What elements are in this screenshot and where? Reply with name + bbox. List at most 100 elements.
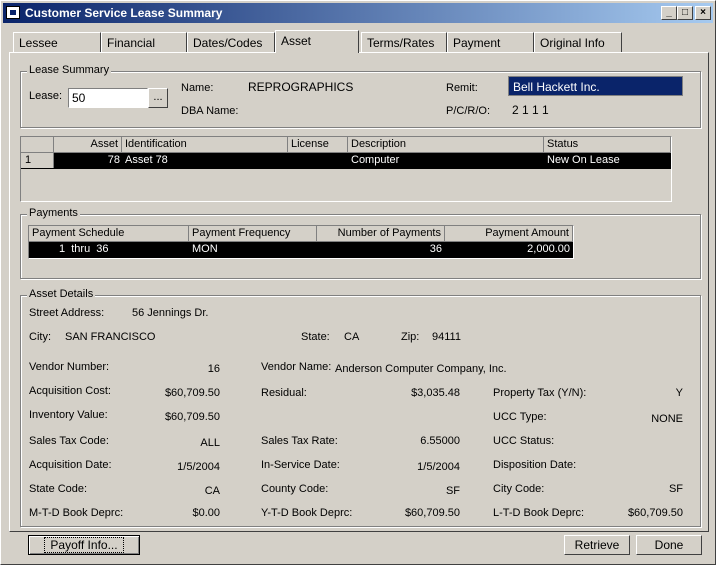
- cell-description: Computer: [351, 154, 400, 166]
- state-code-value: CA: [204, 485, 220, 497]
- header-payment-schedule[interactable]: Payment Schedule: [29, 226, 189, 242]
- payments-grid[interactable]: Payment Schedule Payment Frequency Numbe…: [28, 225, 574, 259]
- residual-value: $3,035.48: [411, 387, 460, 399]
- remit-label: Remit:: [446, 82, 478, 94]
- city-value: SAN FRANCISCO: [65, 331, 156, 343]
- zip-value: 94111: [432, 331, 461, 343]
- table-row[interactable]: 1 thru 36 MON 36 2,000.00: [29, 242, 573, 258]
- done-button[interactable]: Done: [636, 535, 702, 555]
- ytd-book-deprc-value: $60,709.50: [404, 507, 460, 519]
- lease-summary-label: Lease Summary: [27, 64, 112, 76]
- in-service-date-value: 1/5/2004: [417, 461, 460, 473]
- header-license[interactable]: License: [288, 137, 348, 153]
- lease-summary-window: Customer Service Lease Summary _ □ × Les…: [0, 0, 716, 565]
- retrieve-button[interactable]: Retrieve: [564, 535, 630, 555]
- city-label: City:: [29, 331, 51, 343]
- sales-tax-code-label: Sales Tax Code:: [29, 435, 109, 447]
- sales-tax-rate-label: Sales Tax Rate:: [261, 435, 338, 447]
- in-service-date-label: In-Service Date:: [261, 459, 340, 471]
- cell-payment-schedule: 1 thru 36: [59, 243, 109, 255]
- header-payment-frequency[interactable]: Payment Frequency: [189, 226, 317, 242]
- pcro-value: 2 1 1 1: [512, 103, 549, 117]
- payoff-info-button[interactable]: Payoff Info...: [28, 535, 140, 555]
- state-code-label: State Code:: [29, 483, 88, 495]
- sales-tax-rate-value: 6.55000: [420, 435, 460, 447]
- payments-label: Payments: [27, 207, 80, 219]
- dba-label: DBA Name:: [181, 105, 239, 117]
- payoff-info-label: Payoff Info...: [44, 537, 124, 553]
- ucc-status-label: UCC Status:: [493, 435, 555, 447]
- street-value: 56 Jennings Dr.: [132, 307, 209, 319]
- asset-details-label: Asset Details: [27, 288, 96, 300]
- state-value: CA: [344, 331, 360, 343]
- vendor-number-value: 16: [207, 363, 220, 375]
- sales-tax-code-value: ALL: [200, 437, 220, 449]
- header-identification[interactable]: Identification: [122, 137, 288, 153]
- payments-group: Payments Payment Schedule Payment Freque…: [20, 207, 701, 279]
- tab-original-info[interactable]: Original Info: [534, 32, 622, 52]
- disposition-date-label: Disposition Date:: [493, 459, 577, 471]
- ltd-book-deprc-label: L-T-D Book Deprc:: [493, 507, 585, 519]
- app-icon: [6, 6, 20, 19]
- mtd-book-deprc-label: M-T-D Book Deprc:: [29, 507, 124, 519]
- cell-payment-amount: 2,000.00: [527, 243, 570, 255]
- acquisition-cost-label: Acquisition Cost:: [29, 385, 111, 397]
- vendor-name-value: Anderson Computer Company, Inc.: [335, 363, 507, 375]
- property-tax-value: Y: [675, 387, 683, 399]
- name-label: Name:: [181, 82, 214, 94]
- ytd-book-deprc-label: Y-T-D Book Deprc:: [261, 507, 353, 519]
- acquisition-cost-value: $60,709.50: [164, 387, 220, 399]
- table-row[interactable]: 1 78 Asset 78 Computer New On Lease: [21, 153, 671, 169]
- window-title: Customer Service Lease Summary: [25, 6, 223, 20]
- ucc-type-value: NONE: [651, 413, 683, 425]
- header-status[interactable]: Status: [544, 137, 671, 153]
- header-asset[interactable]: Asset: [54, 137, 122, 153]
- zip-label: Zip:: [401, 331, 420, 343]
- tab-dates-codes[interactable]: Dates/Codes: [187, 32, 275, 52]
- inventory-value-label: Inventory Value:: [29, 409, 108, 421]
- cell-status: New On Lease: [547, 154, 620, 166]
- vendor-number-label: Vendor Number:: [29, 361, 110, 373]
- state-label: State:: [301, 331, 330, 343]
- inventory-value-value: $60,709.50: [164, 411, 220, 423]
- acquisition-date-label: Acquisition Date:: [29, 459, 112, 471]
- header-number-of-payments[interactable]: Number of Payments: [317, 226, 445, 242]
- cell-number-of-payments: 36: [429, 243, 442, 255]
- ucc-type-label: UCC Type:: [493, 411, 547, 423]
- county-code-label: County Code:: [261, 483, 329, 495]
- county-code-value: SF: [445, 485, 460, 497]
- title-bar: Customer Service Lease Summary _ □ ×: [3, 3, 713, 23]
- cell-payment-frequency: MON: [192, 243, 218, 255]
- header-payment-amount[interactable]: Payment Amount: [445, 226, 573, 242]
- acquisition-date-value: 1/5/2004: [177, 461, 220, 473]
- tab-financial[interactable]: Financial: [101, 32, 187, 52]
- city-code-value: SF: [668, 483, 683, 495]
- tab-payment[interactable]: Payment: [447, 32, 534, 52]
- remit-value[interactable]: Bell Hackett Inc.: [508, 76, 683, 96]
- asset-tab-panel: Lease Summary Lease: 50 ... Name: REPROG…: [9, 52, 709, 532]
- cell-identification: Asset 78: [125, 154, 168, 166]
- ltd-book-deprc-value: $60,709.50: [627, 507, 683, 519]
- name-value: REPROGRAPHICS: [248, 80, 354, 94]
- header-description[interactable]: Description: [348, 137, 544, 153]
- tab-asset[interactable]: Asset: [275, 30, 359, 53]
- lease-number-input[interactable]: 50: [68, 88, 148, 108]
- grid-corner: [21, 137, 54, 153]
- maximize-button[interactable]: □: [677, 6, 693, 20]
- asset-details-group: Asset Details Street Address: 56 Jenning…: [20, 288, 701, 527]
- tab-lessee[interactable]: Lessee: [13, 32, 101, 52]
- street-label: Street Address:: [29, 307, 105, 319]
- property-tax-label: Property Tax (Y/N):: [493, 387, 587, 399]
- pcro-label: P/C/R/O:: [446, 105, 491, 117]
- close-button[interactable]: ×: [695, 6, 711, 20]
- minimize-button[interactable]: _: [661, 6, 677, 20]
- lease-label: Lease:: [29, 90, 63, 102]
- tab-terms-rates[interactable]: Terms/Rates: [361, 32, 447, 52]
- asset-grid[interactable]: Asset Identification License Description…: [20, 136, 672, 202]
- cell-asset: 78: [107, 154, 120, 166]
- lease-summary-group: Lease Summary Lease: 50 ... Name: REPROG…: [20, 64, 701, 128]
- row-number: 1: [21, 153, 54, 168]
- residual-label: Residual:: [261, 387, 307, 399]
- mtd-book-deprc-value: $0.00: [192, 507, 220, 519]
- lease-lookup-button[interactable]: ...: [148, 88, 168, 108]
